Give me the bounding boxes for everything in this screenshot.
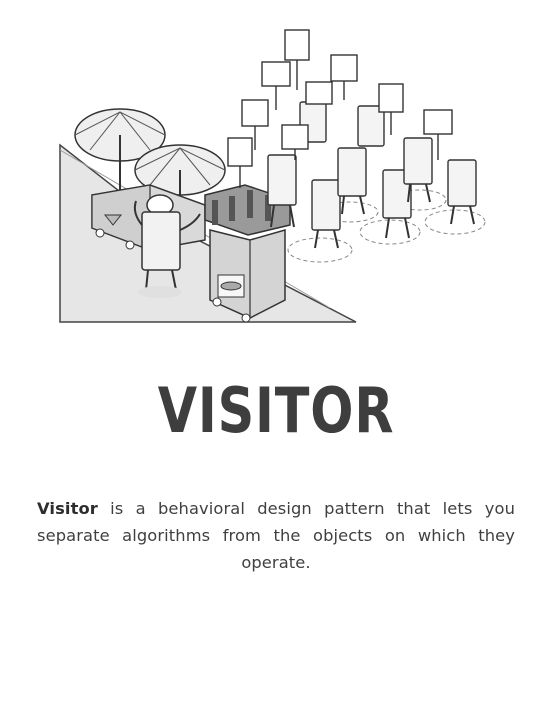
sign-hot-dog	[305, 81, 333, 105]
page-title: VISITOR	[157, 374, 395, 447]
sign-ice-cream	[227, 137, 253, 188]
hero-illustration	[0, 0, 552, 340]
visitor-illustration	[59, 29, 486, 323]
sign-bowl	[330, 54, 358, 100]
intro-text: is a behavioral design pattern that lets…	[37, 499, 515, 573]
intro-paragraph: Visitor is a behavioral design pattern t…	[37, 495, 515, 576]
intro-term: Visitor	[37, 499, 98, 519]
